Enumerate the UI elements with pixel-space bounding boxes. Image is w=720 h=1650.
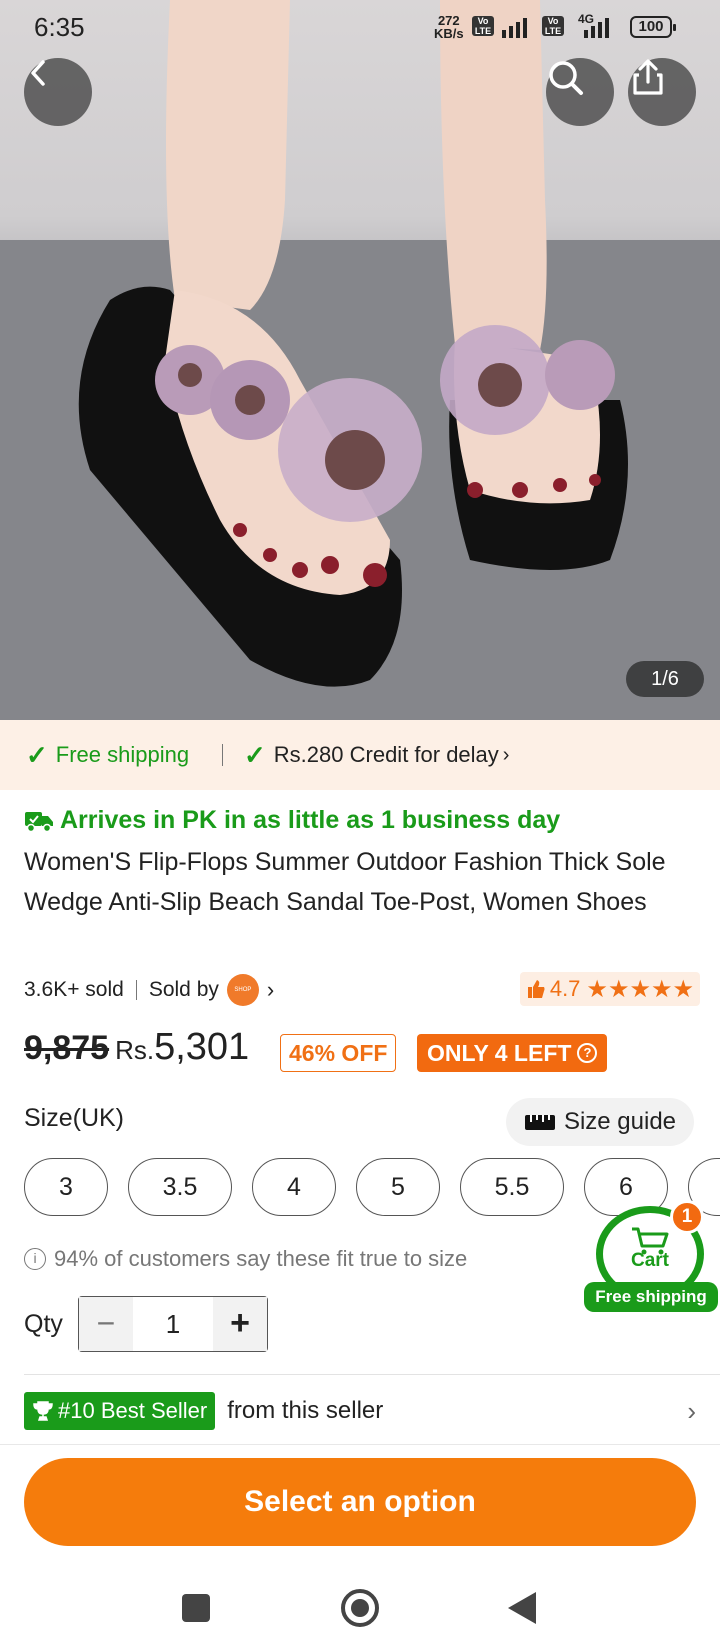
- sold-by-label: Sold by: [148, 978, 219, 1001]
- back-button[interactable]: [24, 58, 92, 126]
- free-shipping-label: Free shipping: [55, 742, 190, 767]
- chevron-right-icon[interactable]: ›: [267, 977, 274, 1003]
- volte-icon: Vo LTE: [472, 16, 494, 36]
- network-speed: 272 KB/s: [434, 14, 464, 40]
- best-seller-badge: #10 Best Seller: [24, 1392, 216, 1430]
- size-option[interactable]: 5: [356, 1158, 440, 1216]
- trophy-icon: [33, 1401, 53, 1421]
- delivery-estimate-text: Arrives in PK in as little as 1 business…: [60, 806, 561, 834]
- discount-badge: 46% OFF: [280, 1034, 397, 1072]
- net-speed-unit: KB/s: [434, 26, 464, 41]
- size-guide-button[interactable]: Size guide: [506, 1098, 694, 1146]
- currency: Rs.: [115, 1035, 155, 1065]
- rating-badge[interactable]: 4.7 ★★★★★: [519, 972, 700, 1006]
- size-option[interactable]: 5.5: [460, 1158, 564, 1216]
- product-meta: 3.6K+ sold Sold by SHOP › 4.7 ★★★★★: [24, 972, 700, 1008]
- select-option-button[interactable]: Select an option: [24, 1458, 696, 1546]
- chevron-right-icon: ›: [502, 743, 510, 766]
- back-nav-icon[interactable]: [508, 1592, 536, 1624]
- signal-icon-2: [584, 16, 609, 38]
- status-bar: 6:35 272 KB/s Vo LTE Vo LTE 4G 100: [0, 0, 720, 54]
- rating-stars: ★★★★★: [586, 975, 694, 1003]
- system-nav-bar: [0, 1566, 720, 1650]
- shipping-banner[interactable]: ✓ Free shipping ✓ Rs.280 Credit for dela…: [0, 720, 720, 790]
- stock-label: ONLY 4 LEFT: [427, 1040, 572, 1066]
- divider: [24, 1374, 720, 1375]
- current-price: Rs.5,301: [115, 1026, 249, 1069]
- seller-logo[interactable]: SHOP: [226, 974, 259, 1006]
- ruler-icon: [524, 1115, 555, 1130]
- delay-credit-label: Rs.280 Credit for delay: [273, 742, 499, 767]
- sandal-illustration: [0, 0, 720, 720]
- divider: [0, 1444, 720, 1445]
- best-seller-label: #10 Best Seller: [58, 1398, 208, 1423]
- search-button[interactable]: [546, 58, 614, 126]
- cart-count-badge: 1: [670, 1200, 704, 1234]
- help-icon: ?: [577, 1043, 598, 1063]
- best-seller-suffix: from this seller: [227, 1397, 384, 1424]
- size-label: Size(UK): [24, 1104, 125, 1132]
- delay-credit-info[interactable]: ✓ Rs.280 Credit for delay ›: [244, 740, 509, 771]
- floating-cart-button[interactable]: Cart Free shipping 1: [584, 1200, 718, 1312]
- increase-quantity-button[interactable]: +: [213, 1297, 267, 1351]
- best-seller-row[interactable]: #10 Best Seller from this seller ›: [24, 1392, 700, 1430]
- quantity-label: Qty: [24, 1310, 63, 1338]
- volte-icon-2: Vo LTE: [542, 16, 564, 36]
- divider: [135, 980, 137, 1000]
- product-title: Women'S Flip-Flops Summer Outdoor Fashio…: [24, 848, 666, 916]
- free-shipping-info: ✓ Free shipping: [26, 740, 189, 771]
- size-option[interactable]: 3.5: [128, 1158, 232, 1216]
- original-price: 9,875: [24, 1029, 110, 1067]
- share-button[interactable]: [628, 58, 696, 126]
- quantity-stepper: − 1 +: [78, 1296, 268, 1352]
- quantity-value[interactable]: 1: [133, 1297, 213, 1351]
- product-image[interactable]: 6:35 272 KB/s Vo LTE Vo LTE 4G 100 1/6: [0, 0, 720, 720]
- thumbs-up-icon: [527, 980, 545, 998]
- fit-note: i 94% of customers say these fit true to…: [24, 1246, 467, 1272]
- info-icon: i: [24, 1248, 46, 1270]
- fit-note-text: 94% of customers say these fit true to s…: [54, 1246, 468, 1271]
- battery-icon: 100: [630, 16, 676, 38]
- rating-value: 4.7: [549, 976, 581, 1001]
- search-icon: [549, 61, 583, 95]
- share-icon: [633, 59, 663, 95]
- price-row: 9,875 Rs.5,301: [24, 1026, 249, 1076]
- stock-badge[interactable]: ONLY 4 LEFT ?: [417, 1034, 608, 1072]
- delivery-truck-icon: [25, 811, 53, 832]
- chevron-left-icon: [31, 60, 45, 86]
- price-value: 5,301: [154, 1026, 250, 1068]
- status-time: 6:35: [34, 12, 85, 42]
- recent-apps-icon[interactable]: [182, 1594, 210, 1622]
- decrease-quantity-button[interactable]: −: [79, 1297, 133, 1351]
- image-pager: 1/6: [626, 661, 704, 697]
- size-option[interactable]: 4: [252, 1158, 336, 1216]
- cart-free-shipping: Free shipping: [584, 1282, 718, 1312]
- cart-label: Cart: [630, 1250, 669, 1271]
- divider: [222, 744, 223, 766]
- signal-icon: [502, 16, 527, 38]
- delivery-estimate: Arrives in PK in as little as 1 business…: [24, 806, 560, 835]
- sold-count: 3.6K+ sold: [24, 978, 124, 1001]
- chevron-right-icon: ›: [687, 1395, 696, 1426]
- size-guide-label: Size guide: [563, 1108, 677, 1135]
- size-option[interactable]: 3: [24, 1158, 108, 1216]
- check-icon: ✓: [244, 739, 266, 770]
- check-icon: ✓: [26, 739, 48, 770]
